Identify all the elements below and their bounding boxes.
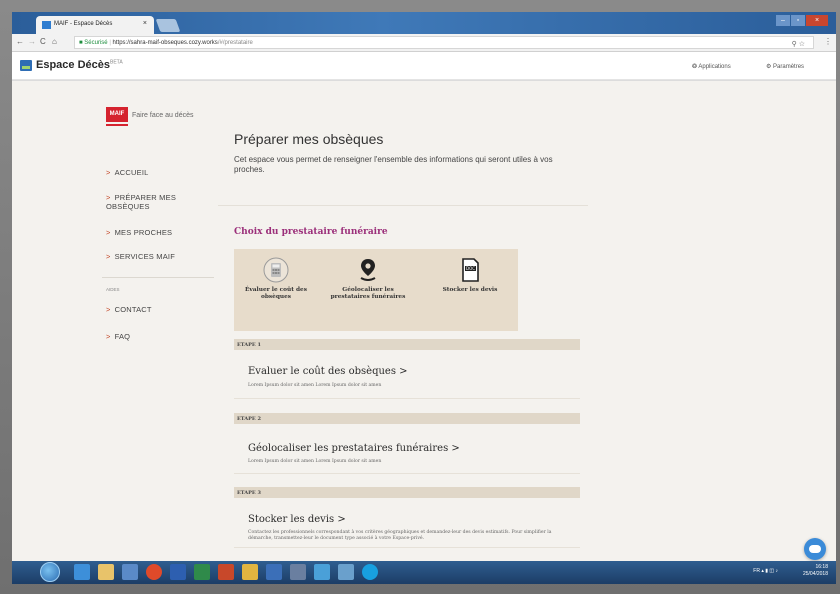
document-icon: DOC [462, 258, 479, 282]
sidebar-item-accueil[interactable]: > ACCUEIL [106, 168, 149, 177]
feature-label: Géolocaliser les prestataires funéraires [330, 287, 406, 300]
desktop-frame: MAIF - Espace Décès × – ▫ × ← → C ⌂ ■ Sé… [0, 0, 840, 594]
ie-icon[interactable] [74, 564, 90, 580]
skype-icon[interactable] [362, 564, 378, 580]
clock[interactable]: 16:18 25/04/2018 [803, 564, 828, 578]
map-pin-icon [360, 259, 376, 281]
word-icon[interactable] [170, 564, 186, 580]
search-app-icon[interactable] [290, 564, 306, 580]
tab-close-icon[interactable]: × [143, 20, 147, 27]
url-host: https://sahra-maif-obseques.cozy.works [112, 40, 218, 46]
step-3-description: Contactez les professionnels corresponda… [248, 530, 552, 541]
new-tab-button[interactable] [155, 19, 181, 32]
folder-icon[interactable] [98, 564, 114, 580]
feature-label: Stocker les devis [442, 287, 498, 293]
sidebar-item-contact[interactable]: > CONTACT [106, 305, 152, 314]
cloud-fab-button[interactable] [804, 538, 826, 560]
step-header-1: ETAPE 1 [234, 339, 580, 350]
zoom-star-icons[interactable]: ⚲ ☆ [792, 40, 805, 48]
beta-badge: BETA [110, 59, 123, 66]
chevron-right-icon: > [106, 193, 111, 202]
forward-arrow-icon[interactable]: → [28, 37, 36, 46]
chevron-right-icon: > [106, 168, 111, 177]
step-header-2: ETAPE 2 [234, 413, 580, 424]
home-icon[interactable]: ⌂ [52, 37, 57, 46]
step-divider [234, 398, 580, 399]
maif-logo: MAIF [106, 107, 128, 122]
start-button[interactable] [40, 562, 60, 582]
feature-stocker[interactable]: DOC Stocker les devis [430, 257, 510, 294]
browser-tab-bar: MAIF - Espace Décès × – ▫ × [12, 12, 836, 34]
feature-label: Évaluer le coût des obsèques [245, 287, 307, 300]
chevron-right-icon: > [106, 332, 111, 341]
notes-icon[interactable] [242, 564, 258, 580]
sidebar-item-mes-proches[interactable]: > MES PROCHES [106, 228, 172, 237]
sidebar-item-services-maif[interactable]: > SERVICES MAIF [106, 252, 175, 261]
lock-icon: ■ [79, 40, 83, 46]
gear-icon: ⚙ [766, 64, 774, 70]
reload-icon[interactable]: C [40, 37, 46, 46]
step-3-title-link[interactable]: Stocker les devis > [248, 514, 346, 525]
step-2-description: Lorem Ipsum dolor sit amen Lorem Ipsum d… [248, 459, 382, 464]
browser-tab[interactable]: MAIF - Espace Décès × [36, 16, 154, 34]
chevron-right-icon: > [106, 305, 111, 314]
step-header-3: ETAPE 3 [234, 487, 580, 498]
app-logo-icon [20, 60, 32, 71]
document-icon-text: DOC [466, 266, 475, 271]
excel-icon[interactable] [194, 564, 210, 580]
minimize-icon[interactable]: – [776, 15, 790, 26]
chrome-icon[interactable] [146, 564, 162, 580]
page-description: Cet espace vous permet de renseigner l'e… [234, 155, 553, 174]
window-close-icon[interactable]: × [806, 15, 828, 26]
tray-indicators: FR ▴ ▮ ◫ ♪ [753, 568, 778, 574]
powerpoint-icon[interactable] [218, 564, 234, 580]
app-favicon-icon [42, 21, 51, 29]
back-arrow-icon[interactable]: ← [16, 37, 24, 46]
page-title: Préparer mes obsèques [234, 131, 384, 147]
outlook-icon[interactable] [266, 564, 282, 580]
feature-geolocaliser[interactable]: Géolocaliser les prestataires funéraires [328, 257, 408, 301]
media-icon[interactable] [122, 564, 138, 580]
brand-tagline: Faire face au décès [132, 112, 194, 119]
sidebar-divider [102, 277, 214, 278]
tab-title: MAIF - Espace Décès [54, 21, 113, 27]
url-path: /#/prestataire [217, 40, 253, 46]
app-header: Espace DécèsBETA ❂ Applications ⚙ Paramè… [12, 52, 836, 80]
windows-taskbar: FR ▴ ▮ ◫ ♪ 16:18 25/04/2018 [12, 561, 836, 584]
step-divider [234, 473, 580, 474]
section-title: Choix du prestataire funéraire [234, 227, 388, 237]
calculator-icon [263, 257, 289, 283]
chevron-right-icon: > [106, 228, 111, 237]
network-app-icon[interactable] [314, 564, 330, 580]
maif-logo-underline [106, 124, 128, 126]
step-2-title-link[interactable]: Géolocaliser les prestataires funéraires… [248, 443, 460, 454]
step-1-title-link[interactable]: Evaluer le coût des obsèques > [248, 366, 408, 377]
chevron-right-icon: > [106, 252, 111, 261]
sidebar-item-faq[interactable]: > FAQ [106, 332, 130, 341]
app-title: Espace DécèsBETA [36, 59, 123, 71]
sidebar: MAIF Faire face au décès > ACCUEIL > PRÉPA… [92, 81, 218, 561]
content-divider [218, 205, 588, 206]
secure-label: Sécurisé [84, 40, 108, 46]
sidebar-item-preparer[interactable]: > PRÉPARER MES OBSÈQUES [106, 193, 206, 211]
screen: MAIF - Espace Décès × – ▫ × ← → C ⌂ ■ Sé… [12, 12, 836, 584]
features-panel: Évaluer le coût des obsèques Géolocalise… [234, 249, 518, 331]
browser-menu-icon[interactable]: ⋮ [824, 37, 832, 46]
step-divider [234, 547, 580, 548]
applications-link[interactable]: ❂ Applications [692, 63, 731, 70]
main-area: MAIF Faire face au décès > ACCUEIL > PRÉPA… [12, 81, 836, 561]
sidebar-section-label: AIDES [106, 287, 120, 292]
cloud-icon [809, 545, 821, 553]
content: Préparer mes obsèques Cet espace vous pe… [218, 81, 588, 561]
feature-evaluer[interactable]: Évaluer le coût des obsèques [236, 257, 316, 301]
url-input[interactable]: ■ Sécurisé | https://sahra-maif-obseques… [74, 36, 814, 49]
step-1-description: Lorem Ipsum dolor sit amen Lorem Ipsum d… [248, 383, 382, 388]
settings-link[interactable]: ⚙ Paramètres [766, 63, 804, 70]
address-bar: ← → C ⌂ ■ Sécurisé | https://sahra-maif-… [12, 34, 836, 52]
window-controls: – ▫ × [776, 15, 828, 26]
app-icon[interactable] [338, 564, 354, 580]
maximize-icon[interactable]: ▫ [791, 15, 805, 26]
